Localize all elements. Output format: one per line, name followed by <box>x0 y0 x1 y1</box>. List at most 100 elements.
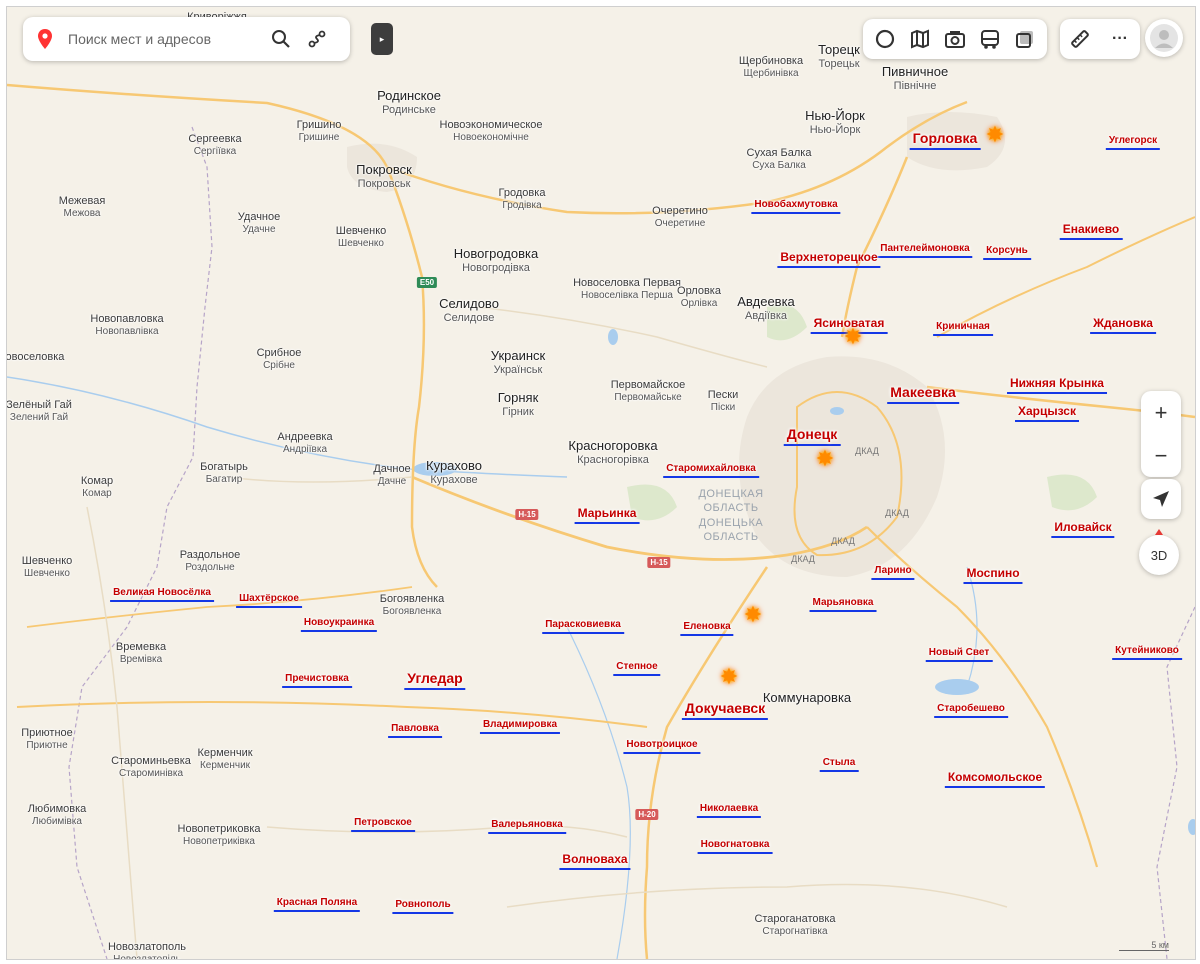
town-label[interactable]: Пивничное Північне <box>882 64 948 93</box>
town-label[interactable]: Времевка Времівка <box>116 641 166 665</box>
town-label[interactable]: Пески Піски <box>708 389 738 413</box>
town-label[interactable]: Срибное Срібне <box>257 347 302 371</box>
lake <box>830 407 844 415</box>
map-background <box>7 7 1195 959</box>
search-button[interactable] <box>266 24 296 54</box>
town-name-ua: Покровськ <box>357 177 411 190</box>
annotation-label: Старомихайловка <box>666 463 756 478</box>
reservoir-starobesheve <box>935 679 979 695</box>
town-label[interactable]: Орловка Орлівка <box>677 285 721 309</box>
town-label[interactable]: Красногоровка Красногорівка <box>568 438 657 467</box>
town-label[interactable]: Очеретино Очеретине <box>652 205 708 229</box>
town-label[interactable]: Богатырь Багатир <box>200 461 248 485</box>
town-label[interactable]: Авдеевка Авдіївка <box>737 294 795 323</box>
annotation-label: Ждановка <box>1093 316 1153 334</box>
town-label[interactable]: Новопетриковка Новопетриківка <box>178 823 261 847</box>
town-label[interactable]: Зелёный Гай Зелений Гай <box>7 399 72 423</box>
town-name-ua: Богоявленка <box>382 605 442 617</box>
map-layers-button[interactable] <box>906 25 934 53</box>
town-label[interactable]: Староганатовка Старогнатівка <box>754 913 835 937</box>
camera-icon <box>944 31 965 48</box>
town-label[interactable]: Сергеевка Сергіївка <box>188 133 241 157</box>
town-name-ru: Керменчик <box>197 747 253 759</box>
town-label[interactable]: Родинское Родинське <box>377 88 441 117</box>
town-label[interactable]: Горняк Гірник <box>497 390 539 419</box>
town-name-ua: Межова <box>63 207 101 219</box>
town-label[interactable]: Новогродовка Новогродівка <box>454 246 538 275</box>
town-name-ru: Щербиновка <box>738 55 804 67</box>
town-name-ru: Раздольное <box>179 549 241 561</box>
town-label[interactable]: Украинск Українськ <box>491 348 545 377</box>
town-label[interactable]: Коммунаровка <box>762 690 852 706</box>
town-label[interactable]: Керменчик Керменчик <box>197 747 252 771</box>
route-button[interactable] <box>302 24 332 54</box>
panorama-button[interactable] <box>871 25 899 53</box>
annotation-label: Ровнополь <box>395 899 450 914</box>
town-label[interactable]: Гришино Гришине <box>297 119 342 143</box>
town-name-ua: Новозлатопіль <box>113 953 181 960</box>
3d-mode-button[interactable]: 3D <box>1139 529 1179 575</box>
town-label[interactable]: Дачное Дачне <box>373 463 410 487</box>
town-name-ua: Удачне <box>242 223 276 235</box>
map-layers-icon <box>910 29 929 49</box>
annotation-label: Нижняя Крынка <box>1010 376 1104 394</box>
collapse-panel-button[interactable]: ▸ <box>371 23 393 55</box>
my-location-button[interactable] <box>1141 479 1181 519</box>
town-label[interactable]: Первомайское Первомайське <box>611 379 685 403</box>
town-name-ru: Родинское <box>377 88 441 103</box>
annotation-label: Парасковиевка <box>545 619 621 634</box>
zoom-in-button[interactable]: + <box>1141 391 1181 434</box>
town-name-ru: Коммунаровка <box>762 690 852 705</box>
town-label[interactable]: Курахово Курахове <box>426 458 482 487</box>
annotation-label: Владимировка <box>483 719 557 734</box>
town-name-ru: Очеретино <box>652 205 708 217</box>
town-label[interactable]: Шевченко Шевченко <box>336 225 387 249</box>
town-name-ua: Сергіївка <box>193 145 237 157</box>
town-label[interactable]: Селидово Селидове <box>439 296 499 325</box>
town-label[interactable]: Межевая Межова <box>59 195 106 219</box>
town-label[interactable]: Староминьевка Староминівка <box>111 755 191 779</box>
town-label[interactable]: Щербиновка Щербинівка <box>739 55 803 79</box>
town-label[interactable]: Гродовка Гродівка <box>499 187 546 211</box>
user-avatar-button[interactable] <box>1145 19 1183 57</box>
town-label[interactable]: Новоселовка Первая Новоселівка Перша <box>573 277 681 301</box>
town-name-ua: Новопавлівка <box>95 325 159 337</box>
town-label[interactable]: Новопавловка Новопавлівка <box>90 313 163 337</box>
town-name-ru: Комар <box>80 475 114 487</box>
town-label[interactable]: Новоэкономическое Новоекономічне <box>440 119 543 143</box>
annotation-label: Новотроицкое <box>626 739 697 754</box>
transport-button[interactable] <box>976 25 1004 53</box>
town-label[interactable]: Нью-Йорк Нью-Йорк <box>805 108 865 137</box>
town-name-ru: Горняк <box>497 390 539 405</box>
town-label[interactable]: Покровск Покровськ <box>356 162 412 191</box>
town-label[interactable]: Раздольное Роздольне <box>180 549 241 573</box>
town-label[interactable]: Шевченко Шевченко <box>22 555 73 579</box>
annotation-label: Пантелеймоновка <box>880 243 969 258</box>
town-label[interactable]: Любимовка Любимівка <box>28 803 87 827</box>
town-label[interactable]: Комар Комар <box>81 475 113 499</box>
annotation-label: Еленовка <box>683 621 730 636</box>
map-canvas[interactable] <box>7 7 1195 959</box>
town-name-ru: Первомайское <box>610 379 686 391</box>
annotation-label: Новогнатовка <box>701 839 770 854</box>
photos-button[interactable] <box>941 25 969 53</box>
more-button[interactable]: ··· <box>1106 25 1134 53</box>
route-icon <box>308 30 326 48</box>
town-label[interactable]: Приютное Приютне <box>21 727 73 751</box>
town-name-ua: Красногорівка <box>577 453 649 466</box>
town-label[interactable]: Новозлатополь Новозлатопіль <box>108 941 186 960</box>
town-label[interactable]: Богоявленка Богоявленка <box>380 593 445 617</box>
annotation-label: Старобешево <box>937 703 1005 718</box>
town-label[interactable]: Андреевка Андріївка <box>277 431 332 455</box>
zoom-out-button[interactable]: − <box>1141 434 1181 477</box>
town-label[interactable]: Торецк Торецьк <box>818 42 860 71</box>
town-label[interactable]: Новоселовка <box>7 351 64 364</box>
ruler-button[interactable] <box>1066 25 1094 53</box>
town-label[interactable]: Сухая Балка Суха Балка <box>747 147 812 171</box>
town-name-ru: Любимовка <box>27 803 87 815</box>
town-name-ua: Времівка <box>119 653 163 665</box>
town-name-ua: Андріївка <box>282 443 328 455</box>
town-label[interactable]: Удачное Удачне <box>238 211 280 235</box>
search-input[interactable] <box>66 30 260 48</box>
layers-button[interactable] <box>1011 25 1039 53</box>
